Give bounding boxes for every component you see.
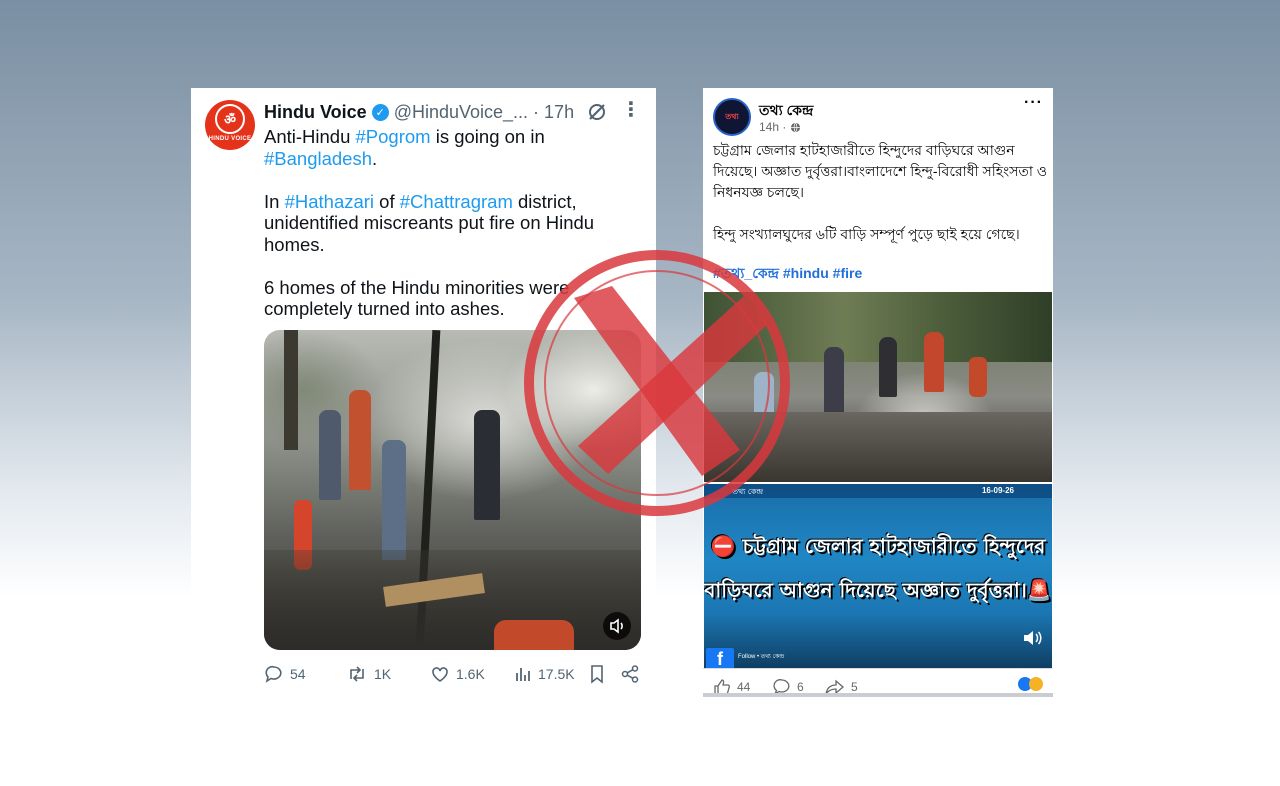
page-avatar[interactable]: তথ্য (713, 98, 751, 136)
grok-icon[interactable] (587, 102, 607, 122)
share-icon (621, 665, 639, 683)
video-caption-line-2: বাড়িঘরে আগুন দিয়েছে অজ্ঞাত দুর্বৃত্তরা… (704, 578, 1052, 602)
share-button[interactable] (620, 664, 646, 684)
hashtag-pogrom[interactable]: #Pogrom (356, 126, 431, 147)
display-name[interactable]: Hindu Voice (264, 102, 367, 123)
bookmark-icon (591, 665, 603, 684)
reaction-icons[interactable] (1018, 677, 1043, 691)
video-firefighter (474, 410, 500, 520)
video-debris (264, 550, 641, 650)
video-hose (494, 620, 574, 650)
like-count: 44 (737, 680, 751, 694)
views-button[interactable]: 17.5K (514, 664, 575, 684)
tweet-paragraph-3: 6 homes of the Hindu minorities were com… (264, 276, 570, 320)
separator: · (528, 102, 545, 122)
like-icon (432, 667, 448, 682)
post-hashtags[interactable]: #তথ্য_কেন্দ্র #hindu #fire (713, 262, 862, 286)
sad-reaction-icon (1029, 677, 1043, 691)
photo-firefighter (879, 337, 897, 397)
video-firefighter (349, 390, 371, 490)
video-person (382, 440, 406, 560)
hashtag-hathazari[interactable]: #Hathazari (285, 191, 374, 212)
retweet-count: 1K (374, 666, 392, 682)
more-icon[interactable]: ⋮ (621, 100, 641, 124)
reply-button[interactable]: 54 (264, 664, 306, 684)
tweet-video[interactable] (264, 330, 641, 650)
share-count: 5 (851, 680, 858, 694)
facebook-logo-icon: f (706, 648, 734, 668)
post-photo[interactable] (704, 292, 1052, 482)
handle[interactable]: @HinduVoice_... (394, 102, 528, 123)
time-separator: · (779, 120, 790, 134)
avatar-label: HINDU VOICE (208, 136, 252, 142)
post-video[interactable]: তথ্য কেন্দ্র 16-09-26 ⛔ চট্টগ্রাম জেলার … (704, 484, 1052, 668)
tweet-paragraph-2: In #Hathazari of #Chattragram district, … (264, 190, 595, 255)
hashtag-bangladesh[interactable]: #Bangladesh (264, 148, 372, 169)
retweet-icon (350, 666, 364, 682)
tweet-card: ॐ HINDU VOICE Hindu Voice ✓ @HinduVoice_… (191, 88, 656, 696)
video-top-bar: তথ্য কেন্দ্র 16-09-26 (704, 484, 1052, 498)
tweet-action-bar: 54 1K 1.6K 17.5K (264, 664, 649, 686)
video-person (319, 410, 341, 500)
facebook-post-card: তথ্য তথ্য কেন্দ্র 14h · ··· চট্টগ্রাম জে… (703, 88, 1053, 697)
timestamp[interactable]: 17h (544, 102, 574, 123)
photo-debris (704, 412, 1052, 482)
hashtag-chattragram[interactable]: #Chattragram (400, 191, 513, 212)
views-icon (516, 668, 530, 681)
photo-person (824, 347, 844, 417)
verified-icon: ✓ (371, 104, 389, 121)
comment-count: 6 (797, 680, 804, 694)
post-paragraph-1: চট্টগ্রাম জেলার হাটহাজারীতে হিন্দুদের বা… (713, 142, 1048, 200)
post-text: চট্টগ্রাম জেলার হাটহাজারীতে হিন্দুদের বা… (713, 140, 1048, 245)
reply-icon (265, 665, 282, 683)
more-options-icon[interactable]: ··· (1024, 94, 1043, 112)
like-button[interactable]: 1.6K (430, 664, 485, 684)
photo-firefighter (969, 357, 987, 397)
like-count: 1.6K (456, 666, 485, 682)
video-caption-line-1: ⛔ চট্টগ্রাম জেলার হাটহাজারীতে হিন্দুদের (710, 534, 1046, 558)
om-emblem-icon: ॐ (215, 104, 245, 134)
post-timestamp[interactable]: 14h (759, 120, 779, 134)
speaker-icon[interactable] (1022, 630, 1042, 646)
globe-icon (790, 122, 800, 132)
post-action-bar: 44 6 5 (703, 668, 1053, 697)
hindu-voice-avatar[interactable]: ॐ HINDU VOICE (205, 100, 255, 150)
views-count: 17.5K (538, 666, 575, 682)
photo-trees (704, 292, 1052, 362)
reply-count: 54 (290, 666, 306, 682)
video-pole (284, 330, 298, 450)
bookmark-button[interactable] (588, 664, 612, 684)
video-volume-button[interactable] (603, 612, 631, 640)
video-source: তথ্য কেন্দ্র (732, 487, 764, 496)
photo-firefighter (924, 332, 944, 392)
speaker-icon (610, 618, 623, 634)
tweet-header: Hindu Voice ✓ @HinduVoice_... · 17h (264, 102, 574, 123)
video-follow-label[interactable]: Follow • তথ্য কেন্দ্র (738, 651, 784, 662)
tweet-paragraph-1: Anti-Hindu #Pogrom is going on in #Bangla… (264, 126, 545, 169)
video-caption: ⛔ চট্টগ্রাম জেলার হাটহাজারীতে হিন্দুদের … (704, 524, 1052, 612)
video-date: 16-09-26 (981, 486, 1014, 495)
card-bottom-divider (703, 693, 1053, 697)
retweet-button[interactable]: 1K (346, 664, 391, 684)
post-paragraph-2: হিন্দু সংখ্যালঘুদের ৬টি বাড়ি সম্পূর্ণ প… (713, 226, 1020, 242)
post-time: 14h · (759, 120, 801, 134)
tweet-text: Anti-Hindu #Pogrom is going on in #Bangla… (264, 126, 644, 320)
